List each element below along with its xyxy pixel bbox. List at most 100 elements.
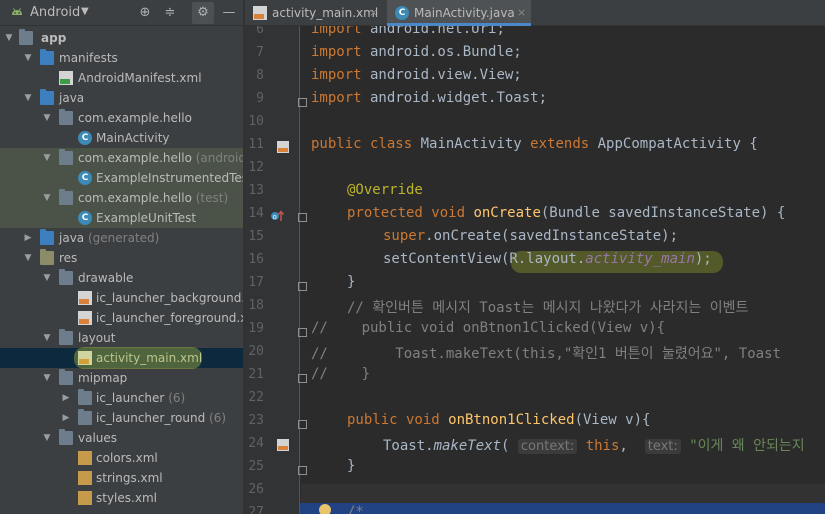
project-view-selector[interactable]: Android (30, 5, 80, 20)
fold-marker[interactable] (298, 328, 307, 337)
tree-item-manifests[interactable]: ▼ manifests (0, 48, 243, 68)
tree-item-label: drawable (78, 271, 134, 285)
collapse-all-icon[interactable]: ≑ (161, 4, 179, 22)
chevron-down-icon[interactable]: ▼ (42, 328, 52, 348)
code-line-9: import android.widget.Toast; (311, 90, 548, 106)
line-number: 25 (248, 459, 264, 474)
tree-item-drawable[interactable]: ▼ drawable (0, 268, 243, 288)
code-editor[interactable]: 6 7 8 9 10 11 12 13 14 15 16 17 18 19 20… (245, 26, 825, 514)
fold-marker[interactable] (298, 98, 307, 107)
tree-item-ic-launcher[interactable]: ▶ ic_launcher (6) (0, 388, 243, 408)
fold-marker[interactable] (298, 213, 307, 222)
fold-marker[interactable] (298, 466, 307, 475)
values-file-icon (78, 491, 92, 505)
layout-file-icon[interactable] (276, 438, 290, 452)
chevron-down-icon[interactable]: ▼ (42, 368, 52, 388)
tree-item-app[interactable]: ▼ app (0, 28, 243, 48)
tree-item-androidmanifest[interactable]: AndroidManifest.xml (0, 68, 243, 88)
tree-item-label: mipmap (78, 371, 128, 385)
fold-marker[interactable] (298, 420, 307, 429)
chevron-right-icon[interactable]: ▶ (61, 388, 71, 408)
line-number: 6 (256, 26, 264, 37)
tree-item-mainactivity[interactable]: C MainActivity (0, 128, 243, 148)
chevron-down-icon[interactable]: ▼ (81, 6, 89, 17)
code-line-24: Toast.makeText( context: this, text: "이게… (383, 438, 805, 454)
line-number: 10 (248, 114, 264, 129)
tree-item-layout[interactable]: ▼ layout (0, 328, 243, 348)
lightbulb-icon[interactable] (319, 504, 331, 514)
tree-item-instrumentedtest[interactable]: C ExampleInstrumentedTest (0, 168, 243, 188)
code-line-15: super.onCreate(savedInstanceState); (383, 228, 679, 244)
chevron-right-icon[interactable]: ▶ (61, 408, 71, 428)
override-icon[interactable]: o (270, 209, 284, 223)
layout-file-icon[interactable] (276, 140, 290, 154)
chevron-down-icon[interactable]: ▼ (42, 108, 52, 128)
code-line-21: // } (311, 366, 371, 382)
tree-item-styles[interactable]: styles.xml (0, 488, 243, 508)
line-number: 26 (248, 482, 264, 497)
tab-mainactivity-java[interactable]: C MainActivity.java × (387, 0, 531, 26)
package-icon (59, 109, 73, 125)
package-icon (59, 189, 73, 205)
code-line-14: protected void onCreate(Bundle savedInst… (347, 205, 786, 221)
chevron-down-icon[interactable]: ▼ (42, 428, 52, 448)
chevron-down-icon[interactable]: ▼ (42, 268, 52, 288)
tree-item-ic-launcher-foreground[interactable]: ic_launcher_foreground.xml (0, 308, 243, 328)
parameter-hint: text: (644, 439, 681, 454)
tree-item-java[interactable]: ▼ java (0, 88, 243, 108)
tree-item-package-androidtest[interactable]: ▼ com.example.hello (androidTest) (0, 148, 243, 168)
tree-item-label: manifests (59, 51, 118, 65)
hide-panel-icon[interactable]: — (220, 4, 238, 22)
chevron-down-icon[interactable]: ▼ (42, 148, 52, 168)
tree-item-ic-launcher-background[interactable]: ic_launcher_background.xml (0, 288, 243, 308)
close-icon[interactable]: × (517, 0, 526, 26)
tree-item-package[interactable]: ▼ com.example.hello (0, 108, 243, 128)
project-tree: ▼ app ▼ manifests AndroidManifest.xml ▼ … (0, 28, 243, 508)
module-folder-icon (19, 29, 33, 45)
code-line-13: @Override (347, 182, 423, 198)
tree-item-res[interactable]: ▼ res (0, 248, 243, 268)
tree-item-package-test[interactable]: ▼ com.example.hello (test) (0, 188, 243, 208)
line-number: 16 (248, 252, 264, 267)
fold-marker[interactable] (298, 282, 307, 291)
tab-activity-main-xml[interactable]: activity_main.xml × (245, 0, 383, 26)
tree-item-values[interactable]: ▼ values (0, 428, 243, 448)
tree-item-strings[interactable]: strings.xml (0, 468, 243, 488)
tree-item-label: styles.xml (96, 491, 157, 505)
selected-line-highlight (300, 503, 825, 514)
tree-item-label: app (41, 31, 67, 45)
chevron-down-icon[interactable]: ▼ (23, 88, 33, 108)
tree-item-label: ic_launcher (96, 391, 165, 405)
fold-marker[interactable] (298, 374, 307, 383)
code-line-16: setContentView(R.layout.activity_main); (383, 251, 712, 267)
code-line-19: // public void onBtnon1Clicked(View v){ (311, 320, 666, 336)
chevron-down-icon[interactable]: ▼ (42, 188, 52, 208)
chevron-down-icon[interactable]: ▼ (23, 248, 33, 268)
line-gutter[interactable]: 6 7 8 9 10 11 12 13 14 15 16 17 18 19 20… (245, 26, 300, 514)
class-icon: C (395, 6, 409, 20)
tree-item-ic-launcher-round[interactable]: ▶ ic_launcher_round (6) (0, 408, 243, 428)
folder-icon (40, 229, 54, 245)
tree-item-colors[interactable]: colors.xml (0, 448, 243, 468)
locate-icon[interactable]: ⊕ (136, 4, 154, 22)
folder-icon (40, 49, 54, 65)
tree-item-java-generated[interactable]: ▶ java (generated) (0, 228, 243, 248)
chevron-down-icon[interactable]: ▼ (4, 28, 14, 48)
close-icon[interactable]: × (369, 0, 378, 26)
tree-item-suffix: (6) (209, 411, 227, 425)
line-number: 7 (256, 45, 264, 60)
settings-button[interactable]: ⚙ (192, 2, 214, 24)
gear-icon: ⚙ (197, 5, 209, 20)
line-number: 27 (248, 505, 264, 514)
chevron-down-icon[interactable]: ▼ (23, 48, 33, 68)
tree-item-label: res (59, 251, 78, 265)
tree-item-label: ic_launcher_background.xml (96, 291, 243, 305)
line-number: 12 (248, 160, 264, 175)
tree-item-suffix: (test) (195, 191, 229, 205)
chevron-right-icon[interactable]: ▶ (23, 228, 33, 248)
tree-item-mipmap[interactable]: ▼ mipmap (0, 368, 243, 388)
tree-item-unittest[interactable]: C ExampleUnitTest (0, 208, 243, 228)
folder-icon (78, 389, 92, 405)
code-line-8: import android.view.View; (311, 67, 522, 83)
tree-item-label: ExampleUnitTest (96, 211, 197, 225)
